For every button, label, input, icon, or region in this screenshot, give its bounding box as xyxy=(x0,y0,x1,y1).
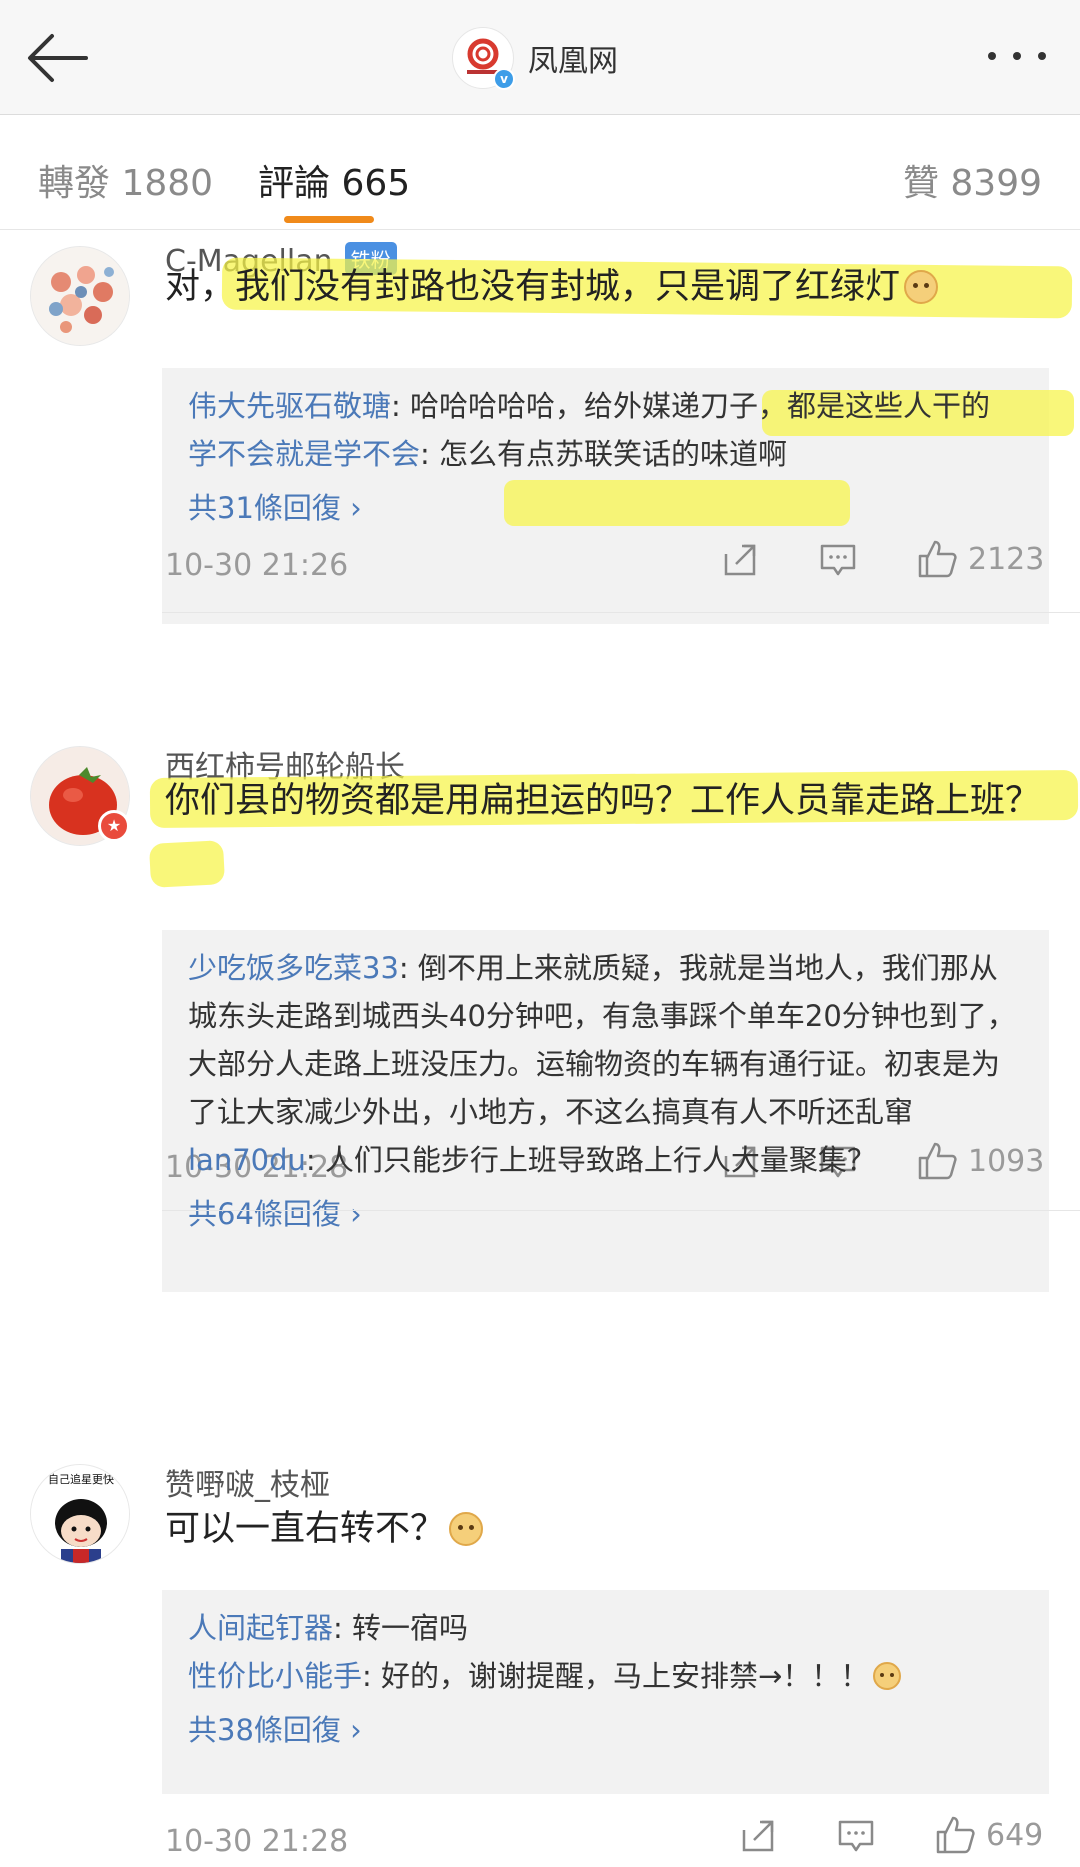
reply-box[interactable]: 人间起钉器: 转一宿吗 性价比小能手: 好的，谢谢提醒，马上安排禁→！！！ 共3… xyxy=(162,1590,1049,1794)
share-icon xyxy=(724,544,756,576)
back-button[interactable] xyxy=(22,28,92,88)
reply-item: 少吃饭多吃菜33: 倒不用上来就质疑，我就是当地人，我们那从城东头走路到城西头4… xyxy=(188,944,1023,1136)
divider xyxy=(162,1210,1080,1211)
reply-button[interactable] xyxy=(836,1816,876,1856)
highlight-mark xyxy=(504,480,850,526)
doge-emoji-icon xyxy=(873,1662,902,1690)
reply-text: : 怎么有点苏联笑话的味道啊 xyxy=(420,437,788,471)
doge-emoji-icon xyxy=(904,270,939,304)
more-dots-icon xyxy=(988,52,1046,60)
ifeng-logo: v xyxy=(452,27,515,90)
share-icon xyxy=(742,1820,774,1852)
reply-button[interactable] xyxy=(818,540,858,580)
comment-text: 你们县的物资都是用扁担运的吗？工作人员靠走路上班？ xyxy=(165,781,1041,821)
share-button[interactable] xyxy=(720,540,760,580)
reply-text: : 人们只能步行上班导致路上行人大量聚集？ xyxy=(305,1143,876,1177)
page-title: 凤凰网 xyxy=(528,44,618,79)
more-replies-link[interactable]: 共64條回復 › xyxy=(188,1190,1023,1238)
vip-badge: ★ xyxy=(98,810,130,842)
more-button[interactable] xyxy=(982,36,1052,76)
top-bar: v 凤凰网 xyxy=(0,0,1080,115)
highlight-mark xyxy=(148,840,226,888)
reply-text: : 好的，谢谢提醒，马上安排禁→！！！ xyxy=(362,1659,870,1693)
reply-item: 性价比小能手: 好的，谢谢提醒，马上安排禁→！！！ xyxy=(188,1652,1023,1700)
comment-text: 对，我们没有封路也没有封城，只是调了红绿灯 xyxy=(165,256,1070,318)
reply-item: 学不会就是学不会: 怎么有点苏联笑话的味道啊 xyxy=(188,430,1023,478)
account-title[interactable]: v 凤凰网 xyxy=(452,25,618,91)
reply-author[interactable]: lan70du xyxy=(188,1143,306,1177)
like-button[interactable]: 649 xyxy=(934,1814,1043,1856)
comment-icon xyxy=(820,544,856,576)
reply-item: lan70du: 人们只能步行上班导致路上行人大量聚集？ xyxy=(188,1136,1023,1184)
divider xyxy=(162,612,1080,613)
like-button[interactable]: 2123 xyxy=(916,538,1044,580)
back-arrow-icon xyxy=(28,34,88,82)
verified-badge: v xyxy=(493,68,515,90)
reply-text: : 转一宿吗 xyxy=(333,1611,469,1645)
avatar[interactable] xyxy=(30,246,130,346)
comment-icon xyxy=(838,1820,874,1852)
comment-text: 可以一直右转不？ xyxy=(165,1498,1070,1560)
like-icon xyxy=(918,540,957,578)
comment-text-content: 对，我们没有封路也没有封城，只是调了红绿灯 xyxy=(165,267,901,307)
doge-emoji-icon xyxy=(449,1512,484,1546)
comment-time: 10-30 21:26 xyxy=(165,548,349,583)
reply-author[interactable]: 性价比小能手 xyxy=(188,1659,362,1693)
active-tab-indicator xyxy=(284,216,374,223)
comment-text-content: 可以一直右转不？ xyxy=(165,1509,446,1549)
like-icon xyxy=(936,1816,975,1854)
reply-author[interactable]: 少吃饭多吃菜33 xyxy=(188,951,399,985)
tab-repost[interactable]: 轉發 1880 xyxy=(38,154,213,206)
reply-text: : 哈哈哈哈哈，给外媒递刀子，都是这些人干的 xyxy=(391,389,991,423)
reply-author[interactable]: 学不会就是学不会 xyxy=(188,437,420,471)
tab-likes[interactable]: 贊 8399 xyxy=(903,154,1042,206)
reply-box[interactable]: 少吃饭多吃菜33: 倒不用上来就质疑，我就是当地人，我们那从城东头走路到城西头4… xyxy=(162,930,1049,1292)
avatar-caption: 自己追星更快 xyxy=(48,1472,114,1486)
tab-comments[interactable]: 評論 665 xyxy=(258,154,410,206)
tab-bar: 轉發 1880 評論 665 贊 8399 xyxy=(0,116,1080,230)
reply-author[interactable]: 人间起钉器 xyxy=(188,1611,333,1645)
like-count: 2123 xyxy=(968,541,1045,577)
reply-item: 伟大先驱石敬瑭: 哈哈哈哈哈，给外媒递刀子，都是这些人干的 xyxy=(188,382,1023,430)
reply-item: 人间起钉器: 转一宿吗 xyxy=(188,1604,1023,1652)
share-button[interactable] xyxy=(738,1816,778,1856)
more-replies-link[interactable]: 共38條回復 › xyxy=(188,1706,1023,1754)
comment-time: 10-30 21:28 xyxy=(165,1824,349,1859)
reply-box[interactable]: 伟大先驱石敬瑭: 哈哈哈哈哈，给外媒递刀子，都是这些人干的 学不会就是学不会: … xyxy=(162,368,1074,624)
avatar[interactable]: 自己追星更快 xyxy=(30,1464,130,1564)
reply-author[interactable]: 伟大先驱石敬瑭 xyxy=(188,389,391,423)
like-count: 649 xyxy=(986,1817,1044,1853)
